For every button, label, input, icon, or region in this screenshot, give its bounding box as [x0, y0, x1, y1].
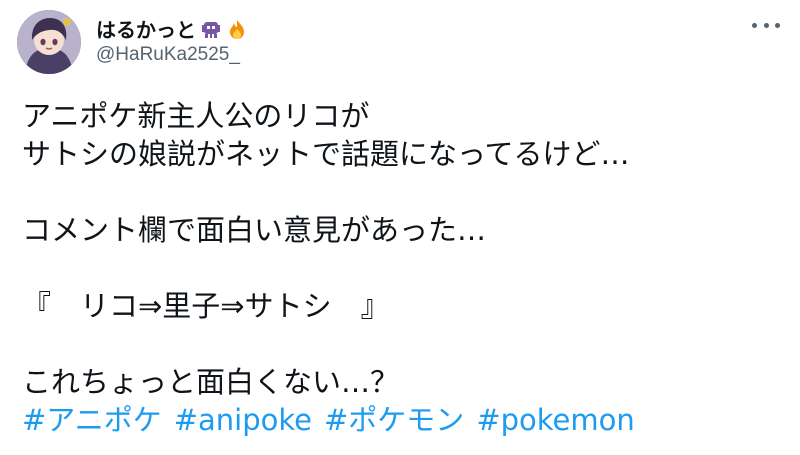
- user-name-row[interactable]: はるかっと: [96, 14, 248, 43]
- tweet-line: アニポケ新主人公のリコが: [22, 99, 370, 133]
- hashtag-list: #アニポケ #anipoke #ポケモン #pokemon: [22, 401, 782, 439]
- tweet-text: アニポケ新主人公のリコが サトシの娘説がネットで話題になってるけど… コメント欄…: [22, 97, 782, 439]
- dot: [775, 22, 780, 28]
- hashtag-link[interactable]: #pokemon: [476, 401, 634, 439]
- hashtag-link[interactable]: #ポケモン: [324, 401, 464, 439]
- hashtag-link[interactable]: #アニポケ: [22, 401, 162, 439]
- display-name[interactable]: はるかっと: [96, 14, 196, 43]
- user-handle[interactable]: @HaRuKa2525_: [96, 44, 240, 66]
- fire-icon: [230, 19, 244, 39]
- hashtag-link[interactable]: #anipoke: [174, 401, 312, 439]
- alien-monster-icon: [202, 21, 220, 38]
- tweet-line: サトシの娘説がネットで話題になってるけど…: [22, 137, 630, 171]
- tweet-line: 『 リコ⇒里子⇒サトシ 』: [22, 289, 390, 323]
- tweet-line: これちょっと面白くない…？: [22, 365, 400, 399]
- avatar[interactable]: [17, 10, 81, 74]
- tweet-card: はるかっと @HaRuKa2525_ アニポケ新主人公のリコが サトシの娘説がネ…: [0, 0, 800, 455]
- more-options-icon[interactable]: [752, 18, 780, 32]
- dot: [752, 22, 757, 28]
- dot: [763, 22, 769, 28]
- tweet-line: コメント欄で面白い意見があった…: [22, 213, 487, 247]
